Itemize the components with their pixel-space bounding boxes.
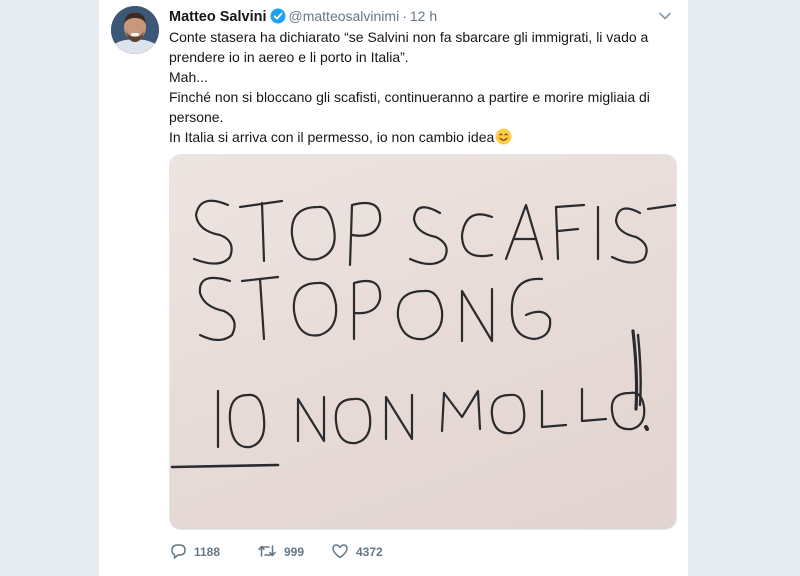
chevron-down-icon[interactable]	[658, 6, 672, 26]
like-icon	[331, 542, 356, 563]
reply-icon	[169, 542, 194, 563]
tweet-image[interactable]	[169, 154, 677, 530]
tweet-card: Matteo Salvini @matteosalvinimi · 12 h Cont…	[98, 0, 689, 576]
avatar[interactable]	[111, 6, 159, 54]
tweet-header: Matteo Salvini @matteosalvinimi · 12 h	[169, 6, 674, 26]
reply-count: 1188	[194, 545, 221, 559]
tweet-actions: 1188 999 4372	[169, 541, 411, 563]
retweet-count: 999	[284, 545, 305, 559]
tweet-text-line-last: In Italia si arriva con il permesso, io …	[169, 127, 669, 150]
tweet-text-line: Finché non si bloccano gli scafisti, con…	[169, 89, 650, 125]
separator-dot: ·	[402, 8, 407, 24]
author-name[interactable]: Matteo Salvini	[169, 9, 267, 25]
like-count: 4372	[356, 545, 383, 559]
handwritten-sign-image	[170, 199, 676, 469]
tweet-text-line: Conte stasera ha dichiarato “se Salvini …	[169, 29, 649, 65]
verified-badge-icon	[270, 8, 286, 29]
tweet-text: Conte stasera ha dichiarato “se Salvini …	[169, 27, 669, 150]
timestamp[interactable]: 12 h	[410, 8, 437, 24]
like-button[interactable]: 4372	[331, 542, 411, 563]
tweet-text-line: In Italia si arriva con il permesso, io …	[169, 129, 495, 145]
tweet-text-line: Mah...	[169, 69, 208, 85]
retweet-icon	[257, 542, 284, 563]
author-handle[interactable]: @matteosalvinimi	[289, 8, 400, 24]
smiling-face-emoji-icon	[495, 128, 512, 150]
retweet-button[interactable]: 999	[257, 542, 331, 563]
reply-button[interactable]: 1188	[169, 542, 257, 563]
